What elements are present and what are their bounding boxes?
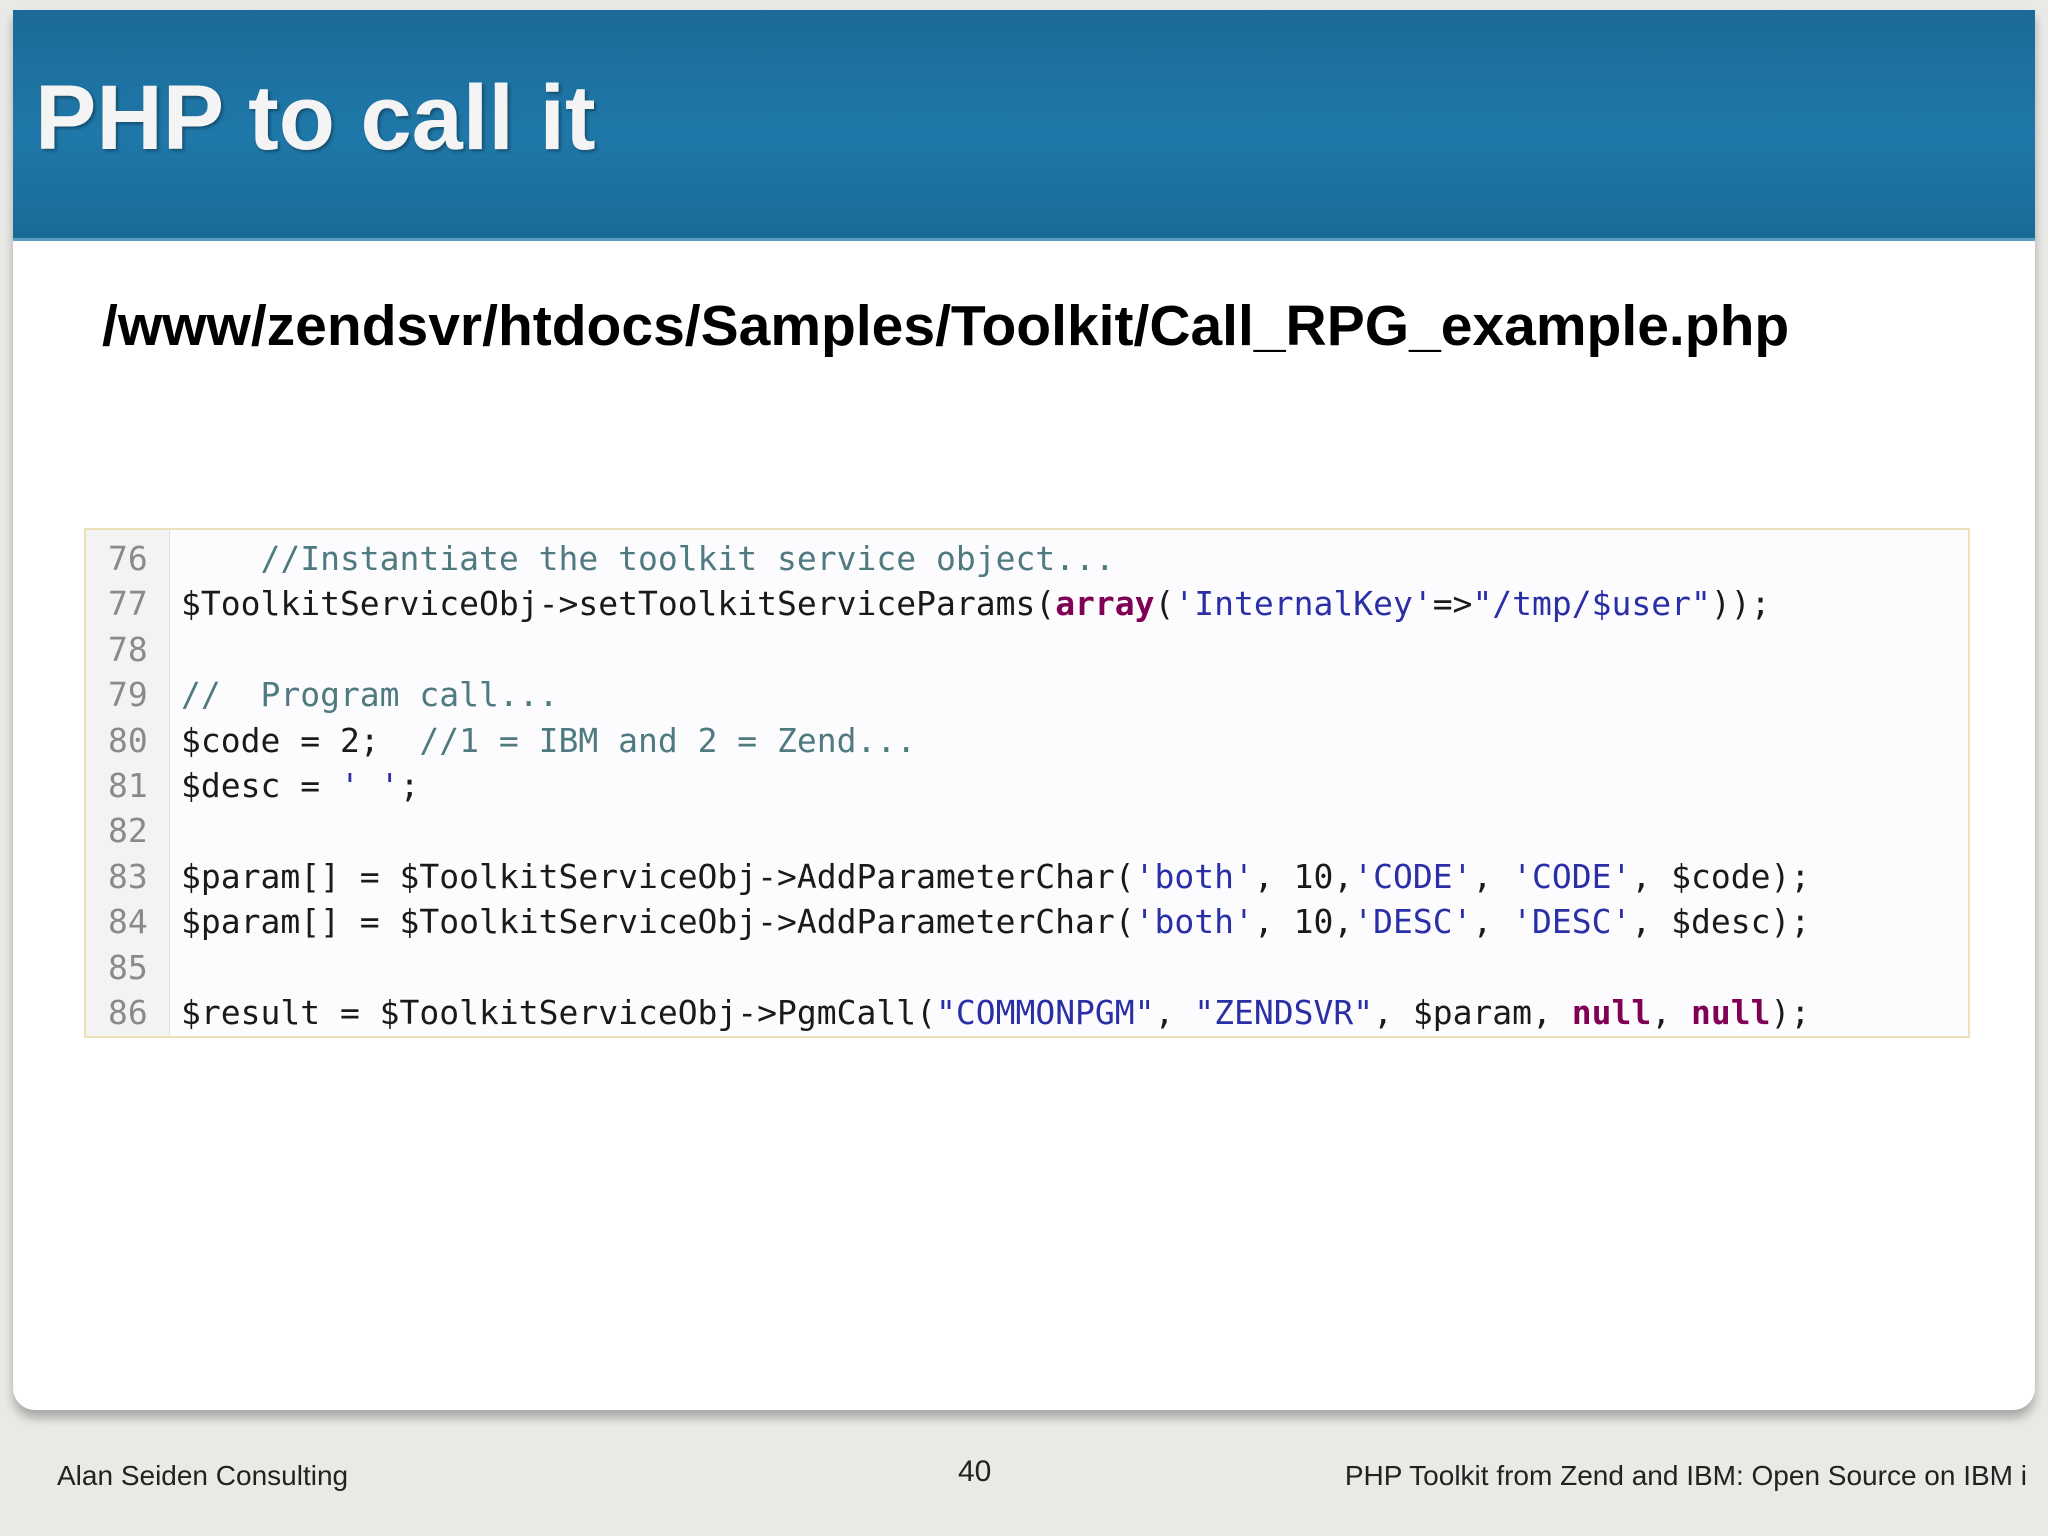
slide-title: PHP to call it [35,67,596,169]
line-number: 77 [108,584,148,624]
code-text: $param[] = $ToolkitServiceObj->AddParame… [181,854,1810,899]
slide: PHP to call it /www/zendsvr/htdocs/Sampl… [13,10,2035,1410]
code-line: 81 $desc = ' '; [86,763,1968,808]
code-token-plain: , [1472,856,1513,896]
title-bar: PHP to call it [13,10,2035,241]
code-token-keyword: null [1571,992,1652,1032]
line-number: 86 [108,992,148,1032]
code-listing: 76 //Instantiate the toolkit service obj… [84,528,1970,1038]
code-token-comment: //1 = IBM and 2 = Zend... [419,720,917,760]
code-token-plain: => [1432,584,1473,624]
line-number: 83 [108,856,148,896]
code-token-plain: $param[] = $ToolkitServiceObj->AddParame… [181,902,1135,942]
line-number: 80 [108,720,148,760]
code-token-plain: ); [1770,992,1811,1032]
line-number: 78 [108,629,148,669]
code-token-string: 'DESC' [1512,902,1632,942]
line-number: 82 [108,811,148,851]
code-line: 80 $code = 2; //1 = IBM and 2 = Zend... [86,718,1968,763]
code-token-plain: $result = $ToolkitServiceObj->PgmCall( [181,992,936,1032]
footer-presentation-title: PHP Toolkit from Zend and IBM: Open Sour… [1344,1460,2027,1491]
code-text: $result = $ToolkitServiceObj->PgmCall("C… [181,990,1810,1035]
code-token-plain: $code = 2; [181,720,420,760]
code-line: 83 $param[] = $ToolkitServiceObj->AddPara… [86,854,1968,899]
code-line: 84 $param[] = $ToolkitServiceObj->AddPara… [86,899,1968,944]
code-token-string: 'InternalKey' [1174,584,1433,624]
line-number: 85 [108,947,148,987]
code-token-plain: , [1472,902,1513,942]
code-token-string: ' ' [339,765,400,805]
code-text: //Instantiate the toolkit service object… [181,536,1115,581]
code-token-plain: $param[] = $ToolkitServiceObj->AddParame… [181,856,1135,896]
code-text: // Program call... [181,672,559,717]
code-text: $param[] = $ToolkitServiceObj->AddParame… [181,899,1810,944]
code-line: 77 $ToolkitServiceObj->setToolkitServiceP… [86,581,1968,626]
code-token-keyword: array [1055,584,1155,624]
code-token-plain: $ToolkitServiceObj->setToolkitServicePar… [181,584,1056,624]
code-token-plain: , 10, [1253,902,1354,942]
code-token-plain: , $desc); [1631,902,1811,942]
code-line: 86 $result = $ToolkitServiceObj->PgmCall(… [86,990,1968,1035]
code-token-comment: //Instantiate the toolkit service object… [181,539,1115,578]
code-line: 78 [86,627,1968,672]
code-token-plain: , [1651,992,1692,1032]
code-text: $code = 2; //1 = IBM and 2 = Zend... [181,718,916,763]
code-lines: 76 //Instantiate the toolkit service obj… [86,536,1968,1035]
code-token-string: "/tmp/$user" [1472,584,1711,624]
code-token-plain: ( [1154,584,1175,624]
line-number: 81 [108,765,148,805]
line-number: 84 [108,902,148,942]
file-path: /www/zendsvr/htdocs/Samples/Toolkit/Call… [102,294,1790,358]
code-text: $ToolkitServiceObj->setToolkitServicePar… [181,581,1770,626]
code-token-plain: , $param, [1373,992,1572,1032]
line-number: 76 [108,539,148,578]
code-token-plain: , $code); [1631,856,1811,896]
footer-author: Alan Seiden Consulting [57,1460,349,1491]
code-token-string: 'DESC' [1353,902,1473,942]
code-token-plain: ; [399,765,420,805]
line-number: 79 [108,675,148,715]
code-text: $desc = ' '; [181,763,419,808]
code-line: 76 //Instantiate the toolkit service obj… [86,536,1968,581]
code-token-string: 'both' [1134,902,1254,942]
code-token-keyword: null [1691,992,1771,1032]
code-token-comment: // Program call... [181,675,559,715]
code-token-string: 'CODE' [1512,856,1632,896]
code-line: 82 [86,808,1968,853]
code-token-string: 'both' [1134,856,1254,896]
code-line: 79 // Program call... [86,672,1968,717]
code-token-plain: $desc = [181,765,340,805]
code-token-string: 'CODE' [1353,856,1473,896]
code-line: 85 [86,945,1968,990]
code-token-plain: )); [1710,584,1771,624]
page-number: 40 [958,1455,992,1488]
code-token-string: "COMMONPGM" [935,992,1155,1032]
code-token-string: "ZENDSVR" [1194,992,1374,1032]
code-token-plain: , 10, [1253,856,1354,896]
code-token-plain: , [1154,992,1195,1032]
